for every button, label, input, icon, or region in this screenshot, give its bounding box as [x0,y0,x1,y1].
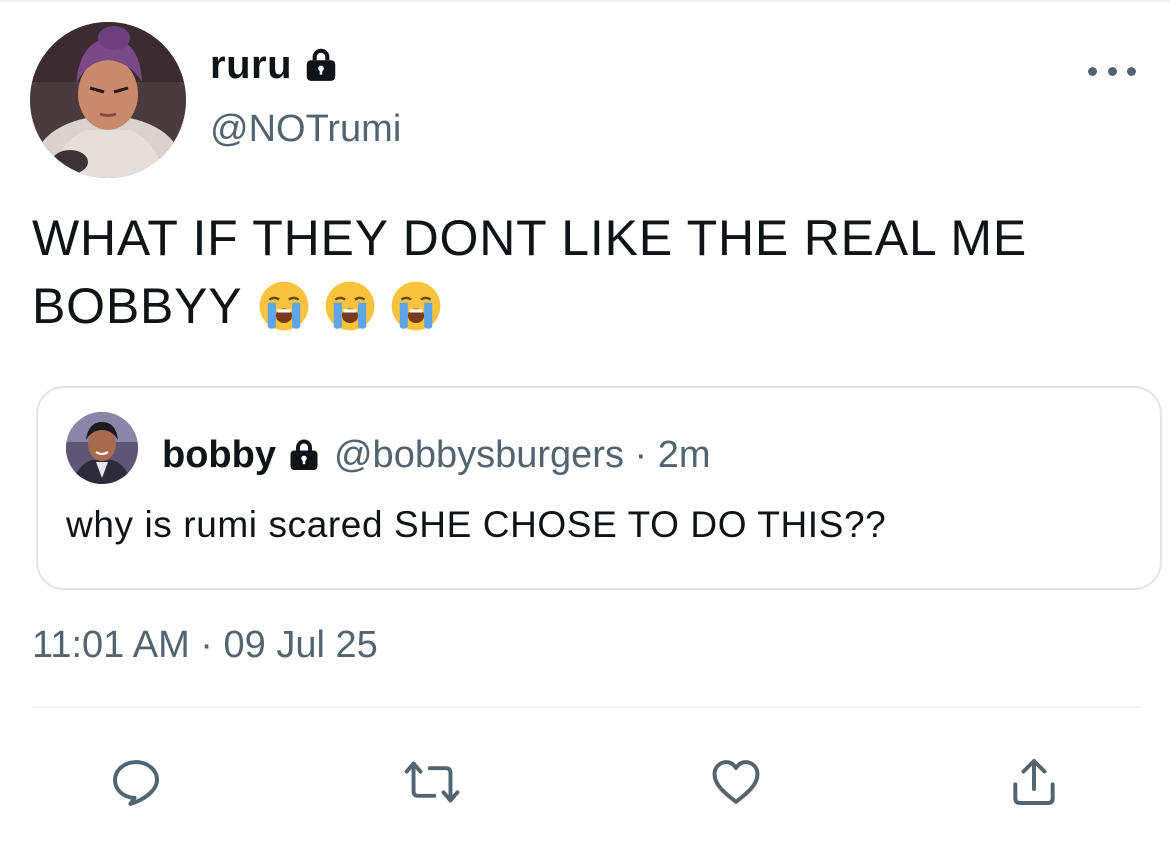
quoted-tweet-card[interactable]: bobby @bobbysburgers · 2m why is rumi sc… [36,386,1162,590]
quoted-handle-time[interactable]: @bobbysburgers · 2m [334,434,711,477]
quoted-display-name[interactable]: bobby [162,434,276,477]
quoted-author-avatar[interactable] [66,412,138,484]
quoted-avatar-image [66,412,138,484]
loudly-crying-face-icon [260,281,309,331]
author-avatar[interactable] [30,22,186,178]
lock-icon [302,46,340,84]
author-handle[interactable]: @NOTrumi [210,108,401,151]
loudly-crying-face-icon [392,281,441,331]
share-icon [1013,759,1055,805]
tweet-timestamp[interactable]: 11:01 AM · 09 Jul 25 [32,624,378,667]
heart-icon [712,760,760,804]
retweet-button[interactable] [402,752,462,812]
avatar-image [30,22,186,178]
tweet-body: WHAT IF THEY DONT LIKE THE REAL ME BOBBY… [32,204,1132,340]
top-divider [0,0,1170,2]
lock-icon [286,437,322,473]
author-name-row[interactable]: ruru [210,40,340,90]
loudly-crying-face-icon [326,281,375,331]
reply-button[interactable] [106,752,166,812]
tweet-text: WHAT IF THEY DONT LIKE THE REAL ME BOBBY… [32,210,1027,334]
retweet-icon [404,761,460,803]
more-options-icon[interactable] [1088,56,1136,86]
like-button[interactable] [706,752,766,812]
author-display-name[interactable]: ruru [210,43,292,88]
actions-divider [32,706,1140,708]
reply-icon [113,760,159,806]
quoted-tweet-text: why is rumi scared SHE CHOSE TO DO THIS?… [66,504,887,545]
share-button[interactable] [1004,752,1064,812]
emoji-group [258,280,442,332]
quoted-header: bobby @bobbysburgers · 2m [162,430,711,480]
